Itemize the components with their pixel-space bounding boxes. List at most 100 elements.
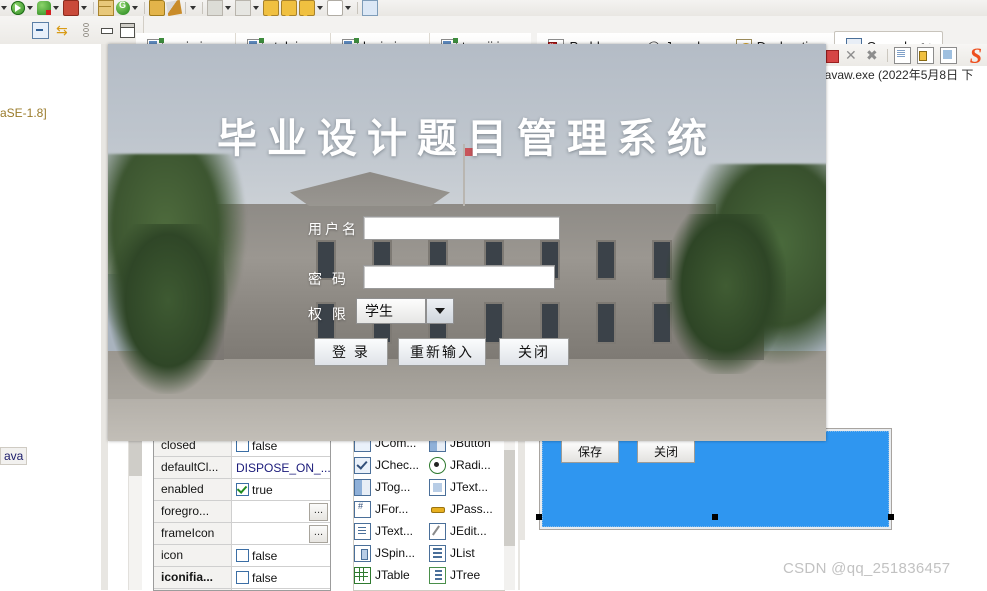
palette-item-jtree[interactable]: JTree (429, 566, 504, 584)
view-menu-icon[interactable] (78, 22, 93, 38)
checkbox-icon[interactable] (236, 571, 249, 584)
property-name: icon (154, 545, 232, 566)
package-explorer-selected-item[interactable]: ava (0, 447, 28, 465)
properties-vertical-scrollbar[interactable] (128, 436, 142, 590)
last-edit-location-icon[interactable] (299, 0, 315, 16)
password-input[interactable] (363, 265, 555, 289)
username-label: 用户名 (308, 221, 359, 237)
login-button[interactable]: 登 录 (314, 338, 388, 366)
selection-handle[interactable] (712, 514, 718, 520)
design-close-button[interactable]: 关闭 (637, 440, 695, 463)
run-dropdown-icon[interactable] (27, 6, 33, 10)
open-type-icon[interactable] (116, 0, 130, 15)
palette-item-jeditorpane[interactable]: JEdit... (429, 522, 504, 540)
scrollbar-thumb[interactable] (504, 450, 515, 546)
jformattedtextfield-icon (354, 500, 371, 518)
open-editor-button[interactable]: ... (309, 503, 328, 521)
palette-item-jtextpane[interactable]: JText... (354, 522, 429, 540)
selection-handle[interactable] (536, 514, 542, 520)
last-edit-dropdown-icon[interactable] (317, 6, 323, 10)
palette-item-jspinner[interactable]: JSpin... (354, 544, 429, 562)
property-value[interactable]: false (232, 567, 330, 588)
annotation-dropdown-icon[interactable] (190, 6, 196, 10)
toolbar-group-run (0, 0, 379, 16)
collapse-all-icon[interactable] (30, 19, 49, 39)
next-annotation-icon[interactable] (207, 0, 223, 16)
view-tab-bar: ⇆ main.java xtqk.java login.java tongji.… (0, 16, 987, 60)
table-row[interactable]: frameIcon ... (154, 523, 330, 545)
coverage-dropdown-icon[interactable] (81, 6, 87, 10)
forward-icon[interactable] (281, 0, 297, 16)
clear-console-icon[interactable] (894, 46, 911, 64)
username-input[interactable] (363, 216, 560, 240)
selection-handle[interactable] (888, 514, 894, 520)
checkbox-icon[interactable] (236, 549, 249, 562)
table-row[interactable]: foregro... ... (154, 501, 330, 523)
previous-annotation-dropdown-icon[interactable] (253, 6, 259, 10)
property-value[interactable]: ... (232, 523, 330, 544)
minimize-icon[interactable] (100, 24, 113, 37)
remove-all-terminated-icon[interactable]: ✖ (866, 47, 881, 63)
new-window-icon[interactable] (362, 0, 378, 16)
palette-item-label: JFor... (375, 502, 409, 516)
palette-item-label: JSpin... (375, 546, 416, 560)
palette-item-jpasswordfield[interactable]: JPass... (429, 500, 504, 518)
open-editor-button[interactable]: ... (309, 525, 328, 543)
toolbar-separator (93, 2, 94, 14)
palette-vertical-scrollbar[interactable] (504, 432, 515, 590)
palette-item-jcheckbox[interactable]: JChec... (354, 456, 429, 474)
debug-dropdown-icon[interactable] (53, 6, 59, 10)
table-row[interactable]: defaultCl... DISPOSE_ON_... (154, 457, 330, 479)
building-window (596, 302, 616, 344)
property-value[interactable]: true (232, 479, 330, 500)
table-row[interactable]: icon false (154, 545, 330, 567)
external-tools-icon[interactable] (149, 0, 165, 16)
maximize-icon[interactable] (120, 22, 135, 38)
palette-item-jformattedtextfield[interactable]: JFor... (354, 500, 429, 518)
design-canvas-content[interactable]: 保存 关闭 (542, 431, 889, 527)
palette-item-jlist[interactable]: JList (429, 544, 504, 562)
scrollbar-thumb[interactable] (129, 438, 142, 476)
table-row[interactable]: enabled true (154, 479, 330, 501)
table-row[interactable]: iconifia... false (154, 567, 330, 589)
jeditorpane-icon (429, 522, 446, 540)
skip-icon[interactable] (327, 0, 343, 16)
terminate-icon[interactable] (826, 49, 839, 63)
design-save-button[interactable]: 保存 (561, 440, 619, 463)
property-value[interactable]: ... (232, 501, 330, 522)
run-icon[interactable] (11, 1, 25, 15)
reset-button[interactable]: 重新输入 (398, 338, 486, 366)
chevron-down-icon[interactable] (426, 298, 454, 324)
scroll-lock-icon[interactable] (917, 46, 934, 64)
pin-console-icon[interactable] (940, 46, 957, 64)
debug-icon[interactable] (37, 1, 51, 15)
property-name: frameIcon (154, 523, 232, 544)
search-icon[interactable] (165, 0, 183, 16)
checkbox-icon[interactable] (236, 483, 249, 496)
new-package-icon[interactable] (98, 0, 114, 16)
toolbar-separator (185, 2, 186, 14)
back-icon[interactable] (263, 0, 279, 16)
jtree-icon (429, 566, 446, 584)
open-type-dropdown-icon[interactable] (132, 6, 138, 10)
previous-annotation-icon[interactable] (235, 0, 251, 16)
coverage-icon[interactable] (63, 0, 79, 16)
run-history-dropdown-icon[interactable] (1, 6, 7, 10)
property-value[interactable]: false (232, 545, 330, 566)
palette-item-jradiobutton[interactable]: JRadi... (429, 456, 504, 474)
close-button[interactable]: 关闭 (499, 338, 569, 366)
next-annotation-dropdown-icon[interactable] (225, 6, 231, 10)
remove-launch-icon[interactable]: ✕ (845, 47, 860, 63)
palette-item-jtogglebutton[interactable]: JTog... (354, 478, 429, 496)
skip-dropdown-icon[interactable] (345, 6, 351, 10)
permission-select[interactable]: 学生 (356, 298, 426, 324)
app-title: 毕业设计题目管理系统 (217, 115, 717, 162)
property-value[interactable]: DISPOSE_ON_... (232, 457, 330, 478)
sogou-ime-icon[interactable]: S (963, 44, 982, 66)
panel-divider[interactable] (101, 44, 108, 590)
palette-item-jtextfield[interactable]: JText... (429, 478, 504, 496)
palette-item-jtable[interactable]: JTable (354, 566, 429, 584)
property-name: defaultCl... (154, 457, 232, 478)
login-application-window[interactable]: 毕业设计题目管理系统 用户名 密 码 权 限 学生 登 录 重新输入 关闭 (108, 44, 826, 441)
link-with-editor-icon[interactable]: ⇆ (56, 22, 71, 38)
